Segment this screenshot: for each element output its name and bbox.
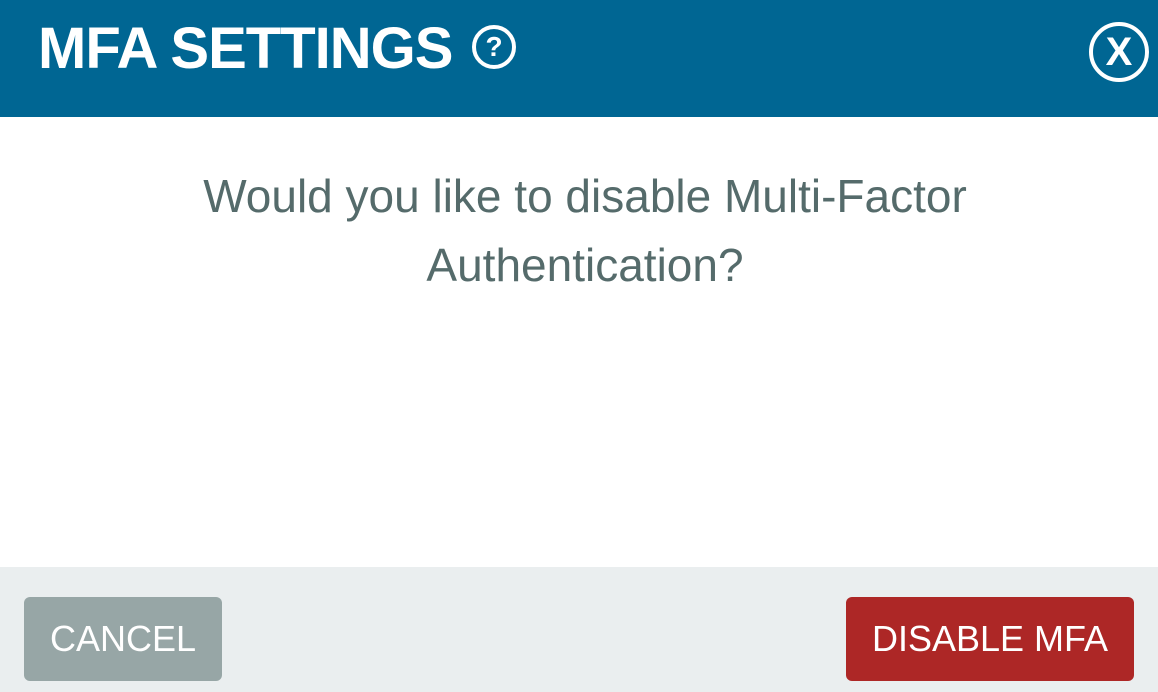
dialog-body: Would you like to disable Multi-Factor A… — [0, 117, 1158, 567]
disable-mfa-button[interactable]: DISABLE MFA — [846, 597, 1134, 681]
cancel-button[interactable]: CANCEL — [24, 597, 222, 681]
dialog-header: MFA SETTINGS ? X — [0, 0, 1158, 117]
close-icon[interactable]: X — [1089, 22, 1149, 82]
confirmation-message: Would you like to disable Multi-Factor A… — [203, 170, 967, 291]
mfa-settings-dialog: MFA SETTINGS ? X Would you like to disab… — [0, 0, 1158, 692]
dialog-footer: CANCEL DISABLE MFA — [0, 567, 1158, 692]
dialog-title: MFA SETTINGS — [38, 16, 453, 81]
help-icon[interactable]: ? — [472, 25, 516, 69]
